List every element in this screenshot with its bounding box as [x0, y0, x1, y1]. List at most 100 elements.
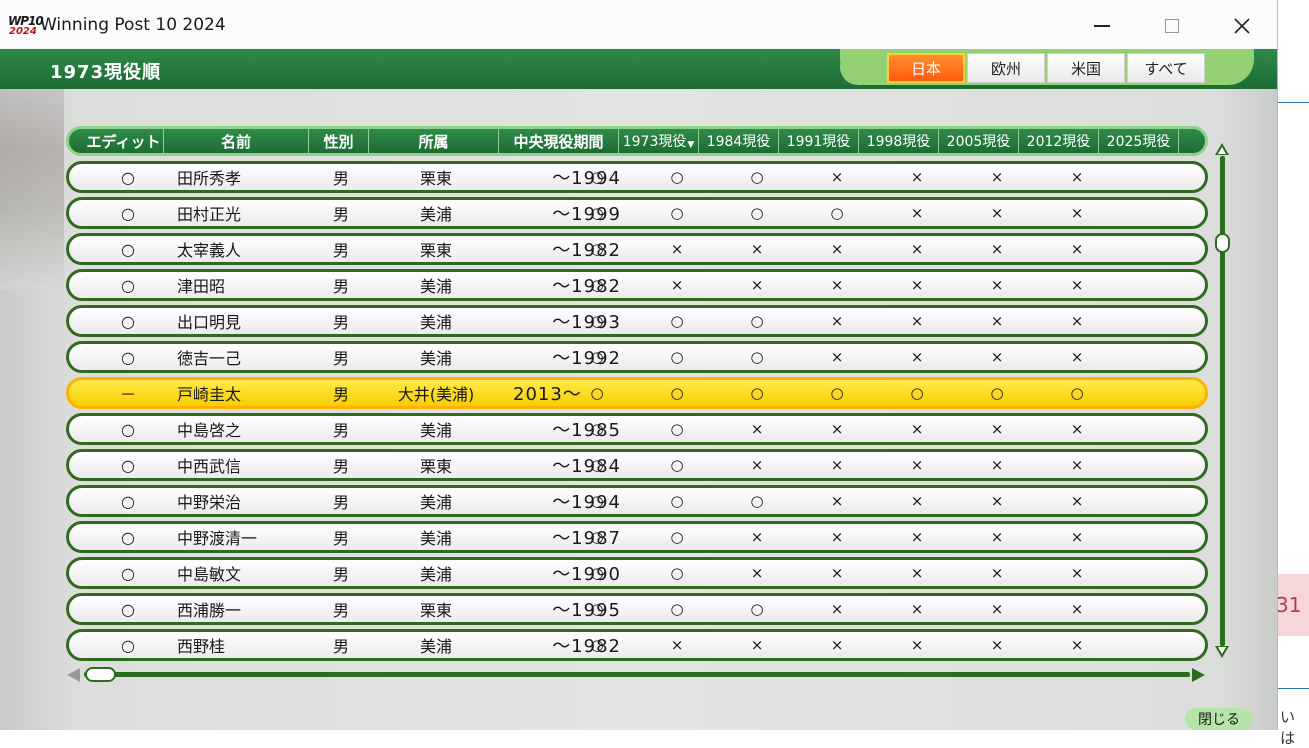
jockey-affiliation: 美浦	[419, 421, 452, 440]
jockey-name: 中島敏文	[177, 565, 242, 584]
table-row[interactable]: ○ 西野桂男美浦 ～1982 ○ × × × × × ×	[66, 629, 1208, 661]
column-header-1991[interactable]: 1991現役	[779, 129, 859, 153]
column-header-2025[interactable]: 2025現役	[1099, 129, 1179, 153]
edit-mark: ○	[121, 491, 135, 511]
active-year-mark: ○	[750, 312, 764, 330]
tab-usa[interactable]: 米国	[1047, 53, 1125, 83]
table-row[interactable]: ○ 中野栄治男美浦 ～1994 ○ ○ ○ × × × ×	[66, 485, 1208, 517]
active-year-mark: ×	[670, 636, 684, 654]
tab-all[interactable]: すべて	[1127, 53, 1205, 83]
horizontal-scrollbar[interactable]	[84, 672, 1190, 677]
jockey-name: 中野渡清一	[177, 529, 258, 548]
close-button[interactable]: 閉じる	[1185, 708, 1253, 730]
tab-japan[interactable]: 日本	[887, 53, 965, 83]
tab-europe[interactable]: 欧州	[967, 53, 1045, 83]
jockey-name: 西浦勝一	[177, 601, 242, 620]
edit-mark: ○	[121, 239, 135, 259]
column-header-period[interactable]: 中央現役期間	[499, 129, 619, 153]
active-year-mark: ×	[830, 600, 844, 618]
active-year-mark: ×	[910, 204, 924, 222]
jockey-name: 田村正光	[177, 205, 242, 224]
table-row[interactable]: ○ 中西武信男栗東 ～1984 ○ ○ × × × × ×	[66, 449, 1208, 481]
column-header-2012[interactable]: 2012現役	[1019, 129, 1099, 153]
jockey-name: 中野栄治	[177, 493, 242, 512]
active-year-mark: ○	[670, 312, 684, 330]
column-header-sex[interactable]: 性別	[309, 129, 369, 153]
active-year-mark: ○	[670, 420, 684, 438]
table-row-selected[interactable]: －戸崎圭太男大井(美浦) 2013～ ○ ○ ○ ○ ○ ○ ○	[66, 377, 1208, 409]
column-header-1984[interactable]: 1984現役	[699, 129, 779, 153]
table-row[interactable]: ○ 中島敏文男美浦 ～1990 ○ ○ × × × × ×	[66, 557, 1208, 589]
active-year-mark: ×	[830, 168, 844, 186]
column-header-name[interactable]: 名前	[164, 129, 309, 153]
active-year-mark: ×	[910, 276, 924, 294]
active-year-mark: ×	[990, 240, 1004, 258]
jockey-affiliation: 美浦	[419, 637, 452, 656]
minimize-icon	[1094, 25, 1110, 27]
active-year-mark: ×	[1070, 312, 1084, 330]
table-row[interactable]: ○ 太宰義人男栗東 ～1982 ○ × × × × × ×	[66, 233, 1208, 265]
active-year-mark: ×	[830, 564, 844, 582]
scroll-down-arrow-icon[interactable]	[1215, 646, 1229, 658]
column-header-affiliation[interactable]: 所属	[369, 129, 499, 153]
active-year-mark: ×	[750, 456, 764, 474]
title-bar[interactable]: WP10 2024 Winning Post 10 2024	[0, 0, 1277, 50]
edit-mark: ○	[121, 419, 135, 439]
active-year-mark: ×	[1070, 492, 1084, 510]
jockey-name: 津田昭	[177, 277, 226, 296]
background-badge: 31	[1276, 574, 1309, 636]
active-year-mark: ○	[910, 384, 924, 402]
jockey-affiliation: 美浦	[419, 313, 452, 332]
active-year-mark: ×	[1070, 276, 1084, 294]
active-year-mark: ×	[990, 168, 1004, 186]
minimize-button[interactable]	[1082, 10, 1122, 42]
edit-mark: ○	[121, 203, 135, 223]
active-year-mark: ×	[750, 420, 764, 438]
maximize-button[interactable]	[1152, 10, 1192, 42]
active-year-mark: ○	[590, 312, 604, 330]
vertical-scroll-thumb[interactable]	[1215, 233, 1230, 253]
active-year-mark: ×	[1070, 636, 1084, 654]
active-year-mark: ○	[590, 420, 604, 438]
active-year-mark: ×	[1070, 564, 1084, 582]
close-window-button[interactable]	[1222, 10, 1262, 42]
active-year-mark: ×	[1070, 528, 1084, 546]
horizontal-scroll-thumb[interactable]	[85, 667, 116, 682]
sort-desc-icon: ▼	[687, 140, 695, 150]
active-year-mark: ×	[910, 600, 924, 618]
active-year-mark: ×	[830, 528, 844, 546]
column-header-1973[interactable]: 1973現役 ▼	[619, 129, 699, 153]
jockey-sex: 男	[332, 349, 349, 368]
table-row[interactable]: ○ 中野渡清一男美浦 ～1987 ○ ○ × × × × ×	[66, 521, 1208, 553]
active-year-mark: ○	[590, 528, 604, 546]
table-row[interactable]: ○ 田所秀孝男栗東 ～1994 ○ ○ ○ × × × ×	[66, 161, 1208, 193]
vertical-scrollbar[interactable]	[1220, 156, 1225, 646]
active-year-mark: ○	[670, 456, 684, 474]
table-row[interactable]: ○ 中島啓之男美浦 ～1985 ○ ○ × × × × ×	[66, 413, 1208, 445]
table-row[interactable]: ○ 出口明見男美浦 ～1993 ○ ○ ○ × × × ×	[66, 305, 1208, 337]
table-row[interactable]: ○ 西浦勝一男栗東 ～1995 ○ ○ ○ × × × ×	[66, 593, 1208, 625]
jockey-affiliation: 栗東	[419, 457, 452, 476]
table-row[interactable]: ○ 徳吉一己男美浦 ～1992 ○ ○ ○ × × × ×	[66, 341, 1208, 373]
jockey-sex: 男	[332, 205, 349, 224]
scroll-up-arrow-icon[interactable]	[1215, 143, 1229, 155]
table-row[interactable]: ○ 田村正光男美浦 ～1999 ○ ○ ○ ○ × × ×	[66, 197, 1208, 229]
active-year-mark: ×	[830, 492, 844, 510]
active-year-mark: ×	[990, 204, 1004, 222]
active-year-mark: ○	[750, 348, 764, 366]
jockey-sex: 男	[332, 241, 349, 260]
edit-mark: ○	[121, 167, 135, 187]
column-header-edit[interactable]: エディット	[84, 129, 164, 153]
active-year-mark: ○	[590, 348, 604, 366]
jockey-name: 田所秀孝	[177, 169, 242, 188]
scroll-left-arrow-icon[interactable]	[67, 668, 80, 682]
scroll-right-arrow-icon[interactable]	[1192, 668, 1205, 682]
active-year-mark: ×	[830, 240, 844, 258]
jockey-sex: 男	[332, 313, 349, 332]
jockey-sex: 男	[332, 457, 349, 476]
active-year-mark: ○	[830, 204, 844, 222]
column-header-1998[interactable]: 1998現役	[859, 129, 939, 153]
active-year-mark: ×	[990, 492, 1004, 510]
column-header-2005[interactable]: 2005現役	[939, 129, 1019, 153]
table-row[interactable]: ○ 津田昭男美浦 ～1982 ○ × × × × × ×	[66, 269, 1208, 301]
